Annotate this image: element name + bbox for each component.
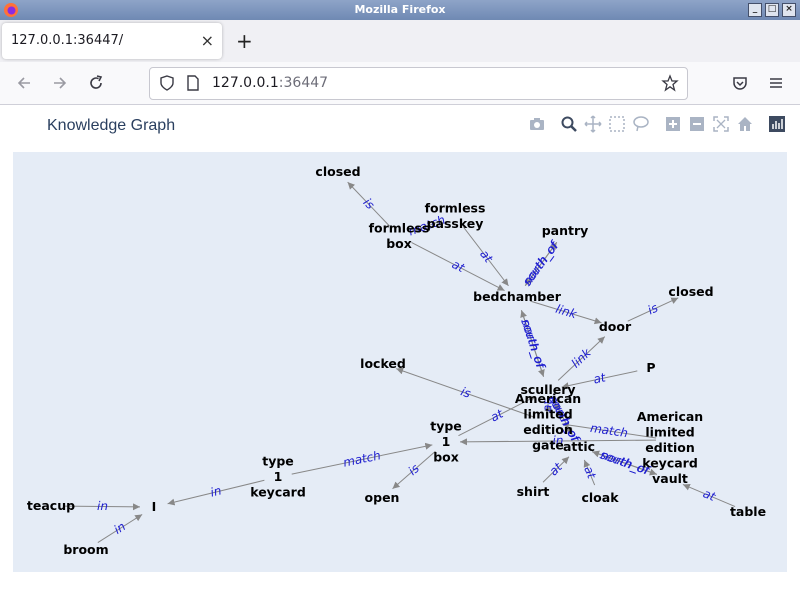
graph-edge-label: is xyxy=(646,301,661,318)
graph-edge-label: at xyxy=(592,370,608,386)
graph-edge-label: in xyxy=(209,483,223,499)
tab-bar: 127.0.0.1:36447/ × + xyxy=(0,20,800,62)
graph-edge-label: at xyxy=(477,247,496,266)
url-host: 127.0.0.1 xyxy=(212,75,279,91)
graph-node-amer_keycard[interactable]: American limited edition keycard xyxy=(637,409,703,471)
graph-node-attic[interactable]: attic xyxy=(563,439,595,454)
graph-node-formless_passkey[interactable]: formless passkey xyxy=(425,200,486,231)
graph-node-I[interactable]: I xyxy=(152,499,157,514)
graph-edge-label: link xyxy=(554,302,579,322)
menu-icon[interactable] xyxy=(766,73,786,93)
window-title: Mozilla Firefox xyxy=(354,3,446,16)
bookmark-star-icon[interactable] xyxy=(661,74,679,92)
graph-node-type1keycard[interactable]: type 1 keycard xyxy=(250,454,306,500)
lasso-select-icon[interactable] xyxy=(632,115,650,133)
zoom-out-icon[interactable] xyxy=(688,115,706,133)
graph-node-closed2[interactable]: closed xyxy=(668,284,713,299)
graph-node-teacup[interactable]: teacup xyxy=(27,498,75,513)
graph-edge-label: in xyxy=(111,519,128,537)
graph-node-broom[interactable]: broom xyxy=(63,542,108,557)
tab-close-icon[interactable]: × xyxy=(201,31,214,50)
plotly-logo-icon[interactable] xyxy=(768,115,786,133)
minimize-button[interactable]: _ xyxy=(748,3,762,17)
shield-icon[interactable] xyxy=(158,74,176,92)
firefox-logo-icon xyxy=(4,3,18,17)
url-bar[interactable]: 127.0.0.1:36447 xyxy=(149,67,688,100)
pocket-icon[interactable] xyxy=(730,73,750,93)
graph-edge-label: at xyxy=(701,486,719,504)
new-tab-button[interactable]: + xyxy=(236,29,253,53)
page-content: Knowledge Graph is match at at north_of south… xyxy=(0,105,800,600)
page-icon xyxy=(187,75,199,91)
graph-node-locked[interactable]: locked xyxy=(360,356,406,371)
maximize-button[interactable]: □ xyxy=(765,3,779,17)
graph-edge-label: match xyxy=(589,421,629,440)
browser-tab[interactable]: 127.0.0.1:36447/ × xyxy=(2,23,222,59)
window-titlebar: Mozilla Firefox _ □ × xyxy=(0,0,800,20)
graph-edge-label: match xyxy=(342,448,382,469)
graph-node-shirt[interactable]: shirt xyxy=(517,484,550,499)
navigation-bar: 127.0.0.1:36447 xyxy=(0,62,800,105)
close-window-button[interactable]: × xyxy=(782,3,796,17)
graph-node-door[interactable]: door xyxy=(599,319,632,334)
camera-icon[interactable] xyxy=(528,115,546,133)
forward-arrow-icon[interactable] xyxy=(50,73,70,93)
graph-plot-area[interactable]: is match at at north_of south_of link is south_o… xyxy=(13,152,787,572)
graph-edge-label: at xyxy=(581,464,599,482)
zoom-in-icon[interactable] xyxy=(664,115,682,133)
box-select-icon[interactable] xyxy=(608,115,626,133)
graph-node-vault[interactable]: vault xyxy=(652,471,688,486)
graph-node-formless_box[interactable]: formless box xyxy=(369,220,430,251)
graph-node-table[interactable]: table xyxy=(730,504,766,519)
graph-node-bedchamber[interactable]: bedchamber xyxy=(473,289,562,304)
graph-node-P[interactable]: P xyxy=(646,360,655,375)
graph-edge-label: north_of xyxy=(518,318,548,371)
home-icon[interactable] xyxy=(736,115,754,133)
graph-edge-label: at xyxy=(450,257,468,276)
graph-node-open[interactable]: open xyxy=(365,490,400,505)
graph-edge-label: south_of xyxy=(520,238,562,289)
graph-node-pantry[interactable]: pantry xyxy=(542,223,589,238)
graph-node-type1box[interactable]: type 1 box xyxy=(430,419,462,465)
graph-node-closed1[interactable]: closed xyxy=(315,164,360,179)
plot-title: Knowledge Graph xyxy=(47,117,176,134)
graph-edge-label: in xyxy=(97,499,108,513)
back-arrow-icon[interactable] xyxy=(14,73,34,93)
graph-edge-label: at xyxy=(488,406,506,425)
graph-edge-label: is xyxy=(459,384,473,400)
reload-icon[interactable] xyxy=(86,73,106,93)
pan-icon[interactable] xyxy=(584,115,602,133)
zoom-icon[interactable] xyxy=(560,115,578,133)
knowledge-graph-svg: ismatchatat north_ofsouth_oflink issouth_o… xyxy=(27,164,766,557)
url-text: 127.0.0.1:36447 xyxy=(212,75,328,91)
autoscale-icon[interactable] xyxy=(712,115,730,133)
tab-title: 127.0.0.1:36447/ xyxy=(11,33,124,48)
graph-node-cloak[interactable]: cloak xyxy=(581,490,619,505)
url-port: :36447 xyxy=(278,75,329,91)
